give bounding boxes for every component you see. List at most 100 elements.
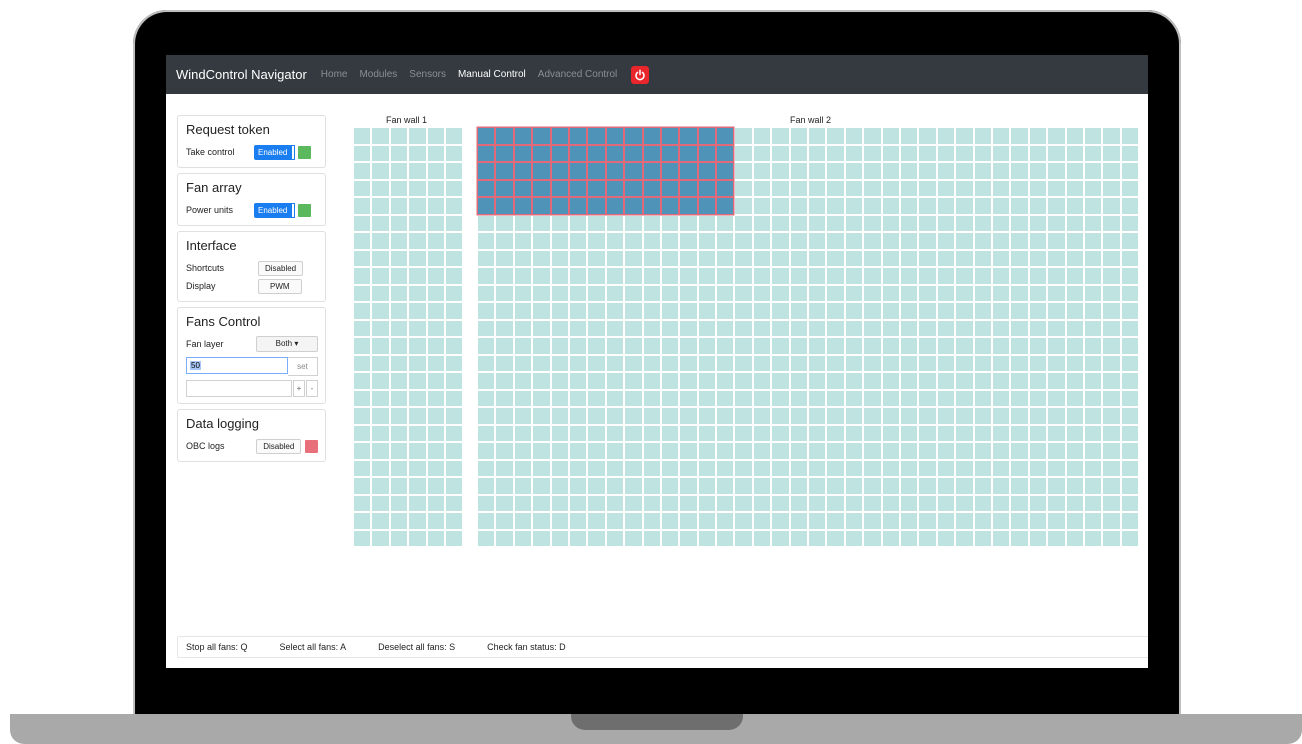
fan-cell[interactable] (445, 390, 463, 406)
fan-cell[interactable] (1029, 338, 1047, 354)
take-control-toggle[interactable]: Enabled (254, 144, 292, 160)
fan-cell[interactable] (845, 530, 863, 546)
fan-cell[interactable] (354, 390, 371, 406)
fan-cell[interactable] (827, 495, 844, 511)
fan-cell[interactable] (569, 513, 587, 529)
set-button[interactable]: set (288, 357, 318, 376)
fan-cell[interactable] (1066, 443, 1083, 459)
fan-cell[interactable] (478, 425, 495, 441)
fan-cell[interactable] (496, 390, 513, 406)
fan-cell[interactable] (1048, 145, 1065, 161)
fan-cell[interactable] (753, 408, 771, 424)
fan-cell[interactable] (1011, 198, 1028, 214)
fan-cell[interactable] (919, 145, 936, 161)
fan-cell[interactable] (1121, 338, 1139, 354)
fan-cell[interactable] (698, 373, 716, 389)
fan-cell[interactable] (625, 250, 642, 266)
fan-cell[interactable] (680, 128, 697, 144)
fan-cell[interactable] (372, 285, 389, 301)
fan-cell[interactable] (372, 215, 389, 231)
fan-cell[interactable] (698, 478, 716, 494)
fan-cell[interactable] (882, 355, 899, 371)
fan-cell[interactable] (354, 250, 371, 266)
fan-cell[interactable] (772, 355, 789, 371)
fan-cell[interactable] (809, 198, 826, 214)
fan-cell[interactable] (974, 303, 991, 319)
shortcuts-toggle[interactable]: Disabled (258, 260, 304, 276)
fan-cell[interactable] (514, 530, 532, 546)
fan-cell[interactable] (1029, 495, 1047, 511)
fan-cell[interactable] (1103, 355, 1120, 371)
fan-cell[interactable] (992, 373, 1010, 389)
fan-cell[interactable] (717, 198, 734, 214)
fan-cell[interactable] (661, 513, 679, 529)
fan-cell[interactable] (588, 285, 605, 301)
fan-cell[interactable] (643, 408, 660, 424)
fan-cell[interactable] (569, 180, 587, 196)
fan-cell[interactable] (533, 128, 550, 144)
fan-cell[interactable] (1029, 215, 1047, 231)
fan-cell[interactable] (680, 198, 697, 214)
fan-cell[interactable] (753, 145, 771, 161)
fan-cell[interactable] (827, 250, 844, 266)
fan-cell[interactable] (827, 338, 844, 354)
fan-cell[interactable] (496, 513, 513, 529)
fan-cell[interactable] (753, 215, 771, 231)
fan-cell[interactable] (569, 268, 587, 284)
fan-cell[interactable] (753, 268, 771, 284)
fan-cell[interactable] (845, 198, 863, 214)
fan-cell[interactable] (1066, 408, 1083, 424)
fan-cell[interactable] (698, 530, 716, 546)
fan-cell[interactable] (864, 530, 881, 546)
fan-cell[interactable] (845, 163, 863, 179)
fan-cell[interactable] (900, 233, 918, 249)
fan-cell[interactable] (551, 443, 568, 459)
fan-cell[interactable] (974, 373, 991, 389)
fan-cell[interactable] (625, 338, 642, 354)
fan-cell[interactable] (1011, 425, 1028, 441)
fan-cell[interactable] (643, 268, 660, 284)
fan-cell[interactable] (845, 425, 863, 441)
fan-cell[interactable] (1084, 250, 1102, 266)
brand-title[interactable]: WindControl Navigator (176, 67, 307, 82)
fan-cell[interactable] (790, 180, 808, 196)
fan-cell[interactable] (409, 425, 426, 441)
fan-cell[interactable] (864, 425, 881, 441)
fan-cell[interactable] (1066, 530, 1083, 546)
fan-cell[interactable] (790, 198, 808, 214)
fan-cell[interactable] (372, 373, 389, 389)
fan-cell[interactable] (606, 285, 624, 301)
fan-cell[interactable] (643, 338, 660, 354)
fan-cell[interactable] (772, 303, 789, 319)
fan-cell[interactable] (974, 233, 991, 249)
fan-cell[interactable] (1011, 285, 1028, 301)
fan-cell[interactable] (809, 145, 826, 161)
fan-cell[interactable] (569, 303, 587, 319)
fan-cell[interactable] (1011, 233, 1028, 249)
fan-cell[interactable] (1029, 268, 1047, 284)
fan-cell[interactable] (372, 425, 389, 441)
fan-cell[interactable] (937, 513, 955, 529)
fan-cell[interactable] (1048, 460, 1065, 476)
fan-cell[interactable] (974, 285, 991, 301)
fan-cell[interactable] (588, 145, 605, 161)
fan-cell[interactable] (974, 268, 991, 284)
fan-cell[interactable] (606, 478, 624, 494)
fan-cell[interactable] (1121, 530, 1139, 546)
fan-cell[interactable] (514, 338, 532, 354)
fan-cell[interactable] (992, 268, 1010, 284)
fan-cell[interactable] (427, 320, 444, 336)
fan-cell[interactable] (1121, 233, 1139, 249)
fan-cell[interactable] (992, 285, 1010, 301)
fan-cell[interactable] (606, 128, 624, 144)
fan-cell[interactable] (588, 478, 605, 494)
fan-cell[interactable] (717, 530, 734, 546)
fan-cell[interactable] (919, 408, 936, 424)
fan-cell[interactable] (864, 198, 881, 214)
fan-cell[interactable] (409, 128, 426, 144)
fan-cell[interactable] (790, 215, 808, 231)
fan-cell[interactable] (698, 443, 716, 459)
fan-cell[interactable] (974, 390, 991, 406)
fan-cell[interactable] (569, 163, 587, 179)
fan-cell[interactable] (900, 163, 918, 179)
